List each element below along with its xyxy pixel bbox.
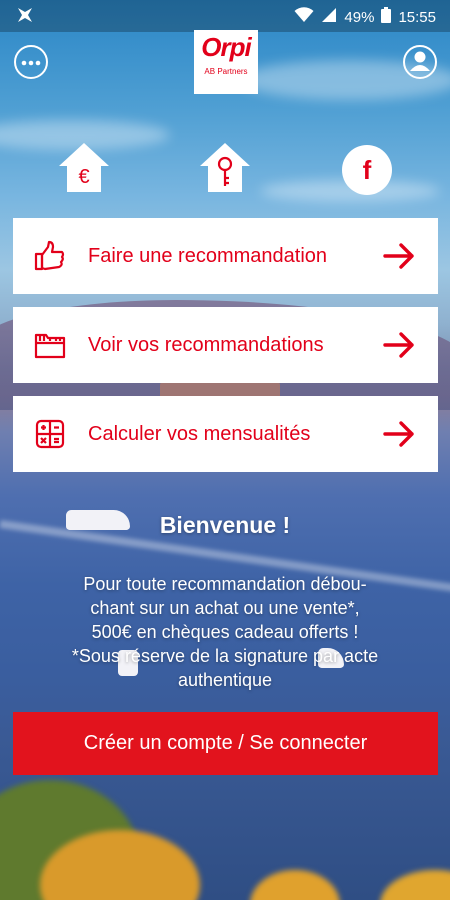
house-key-icon: [198, 143, 252, 198]
arrow-right-icon: [382, 241, 416, 271]
menu-button[interactable]: [14, 45, 48, 79]
house-euro-icon: €: [57, 143, 111, 198]
facebook-button[interactable]: f: [342, 145, 392, 195]
svg-text:€: €: [78, 166, 89, 188]
battery-icon: [381, 7, 392, 27]
calculate-payments-card[interactable]: Calculer vos mensualités: [13, 396, 438, 472]
promo-line: 500€ en chèques cadeau offerts !: [91, 622, 359, 642]
logo-agency-name: AB Partners: [204, 67, 248, 76]
user-icon: [407, 47, 433, 78]
view-recommendations-label: Voir vos recommandations: [88, 333, 324, 356]
thumbs-up-icon: [32, 238, 68, 274]
background-foliage: [250, 870, 340, 900]
arrow-right-icon: [382, 330, 416, 360]
app-screen: 49% 15:55 Orpi AB Partners € f Faire une…: [0, 0, 450, 900]
signal-icon: [321, 7, 337, 27]
calculate-payments-label: Calculer vos mensualités: [88, 422, 311, 445]
promo-line: Pour toute recommandation débou-: [83, 574, 367, 594]
promo-line: *Sous réserve de la signature par acte: [71, 646, 379, 666]
create-account-login-button[interactable]: Créer un compte / Se connecter: [13, 712, 438, 775]
promo-line: chant sur un achat ou une vente*,: [90, 598, 360, 618]
background-foliage: [380, 870, 450, 900]
rental-button[interactable]: [198, 140, 252, 194]
promo-text: Pour toute recommandation débou- chant s…: [20, 572, 430, 692]
app-notification-icon: [16, 6, 34, 28]
profile-button[interactable]: [403, 45, 437, 79]
clock: 15:55: [398, 8, 436, 26]
logo-brand: Orpi: [201, 32, 251, 62]
folder-icon: [32, 327, 68, 363]
facebook-icon: f: [362, 154, 372, 185]
estimate-button[interactable]: €: [57, 140, 111, 194]
make-recommendation-label: Faire une recommandation: [88, 244, 328, 267]
make-recommendation-card[interactable]: Faire une recommandation: [13, 218, 438, 294]
more-dots-icon: [21, 53, 41, 71]
wifi-icon: [294, 7, 314, 27]
orpi-logo: Orpi AB Partners: [194, 30, 258, 94]
arrow-right-icon: [382, 419, 416, 449]
battery-percentage: 49%: [344, 8, 375, 26]
promo-line: authentique: [177, 670, 273, 690]
view-recommendations-card[interactable]: Voir vos recommandations: [13, 307, 438, 383]
status-bar: 49% 15:55: [0, 0, 450, 32]
welcome-title: Bienvenue !: [159, 512, 291, 538]
calculator-icon: [32, 416, 68, 452]
